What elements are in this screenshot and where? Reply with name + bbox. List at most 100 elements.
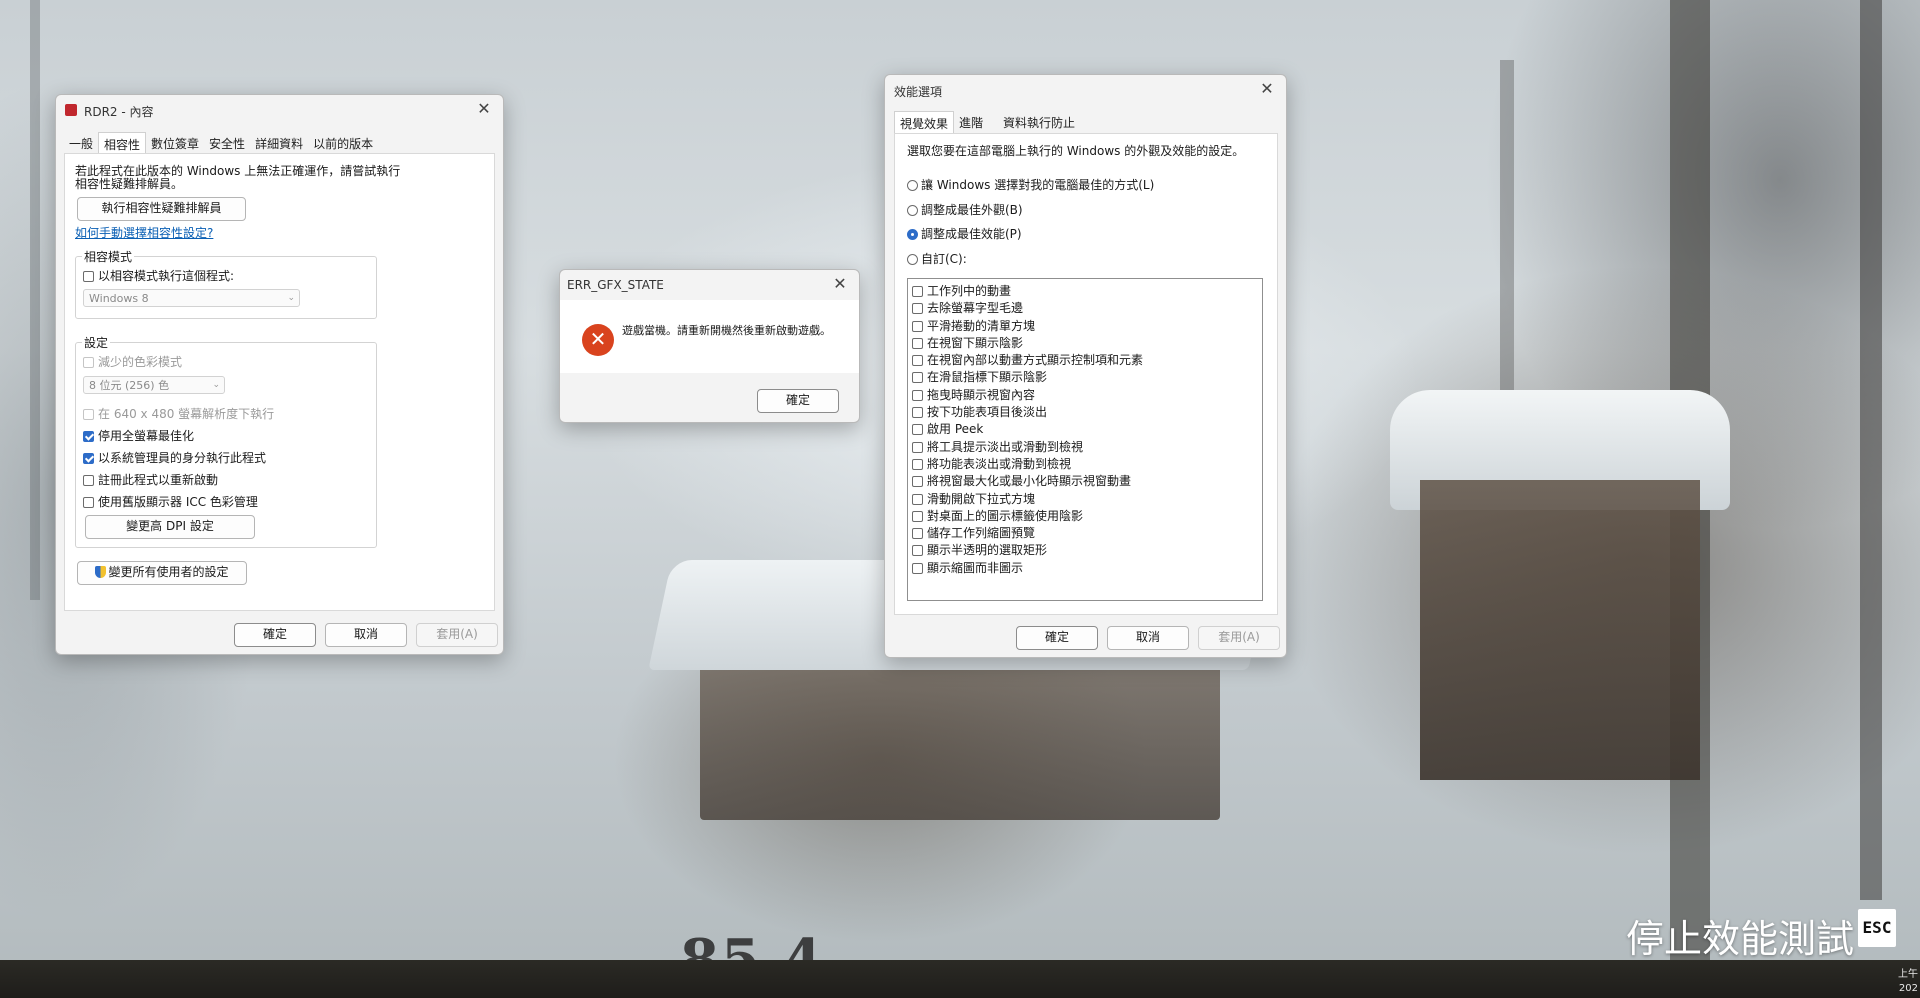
legacy-icc-label: 使用舊版顯示器 ICC 色彩管理 bbox=[98, 495, 258, 509]
cancel-button[interactable]: 取消 bbox=[1107, 626, 1189, 650]
ok-button[interactable]: 確定 bbox=[1016, 626, 1098, 650]
radio-best-performance[interactable] bbox=[907, 229, 918, 240]
legacy-icc-row[interactable]: 使用舊版顯示器 ICC 色彩管理 bbox=[83, 493, 258, 510]
rdr2-app-icon bbox=[65, 104, 77, 116]
list-item[interactable]: 將工具提示淡出或滑動到檢視 bbox=[908, 439, 1262, 456]
effect-checkbox[interactable] bbox=[912, 510, 923, 522]
radio-best-appearance[interactable] bbox=[907, 205, 918, 216]
effect-label: 按下功能表項目後淡出 bbox=[927, 405, 1048, 420]
res-640-checkbox[interactable] bbox=[83, 409, 94, 420]
close-icon[interactable]: ✕ bbox=[473, 98, 495, 120]
change-all-users-button[interactable]: 變更所有使用者的設定 bbox=[77, 561, 247, 585]
settings-group: 設定 減少的色彩模式 8 位元 (256) 色 ⌄ 在 640 x 480 螢幕… bbox=[75, 334, 377, 548]
list-item[interactable]: 對桌面上的圖示標籤使用陰影 bbox=[908, 508, 1262, 525]
list-item[interactable]: 將視窗最大化或最小化時顯示視窗動畫 bbox=[908, 473, 1262, 490]
radio-best-performance-row[interactable]: 調整成最佳效能(P) bbox=[907, 225, 1022, 242]
title-bar[interactable]: 效能選項 ✕ bbox=[885, 75, 1286, 105]
effect-checkbox[interactable] bbox=[912, 424, 923, 436]
list-item[interactable]: 將功能表淡出或滑動到檢視 bbox=[908, 456, 1262, 473]
list-item[interactable]: 顯示半透明的選取矩形 bbox=[908, 542, 1262, 559]
list-item[interactable]: 工作列中的動畫 bbox=[908, 283, 1262, 300]
list-item[interactable]: 去除螢幕字型毛邊 bbox=[908, 300, 1262, 317]
visual-effects-list[interactable]: 工作列中的動畫 去除螢幕字型毛邊 平滑捲動的清單方塊 在視窗下顯示陰影 在視窗內… bbox=[907, 278, 1263, 601]
effect-checkbox[interactable] bbox=[912, 389, 923, 401]
os-version-value: Windows 8 bbox=[89, 292, 149, 305]
list-item[interactable]: 滑動開啟下拉式方塊 bbox=[908, 491, 1262, 508]
list-item[interactable]: 拖曳時顯示視窗內容 bbox=[908, 387, 1262, 404]
error-message: 遊戲當機。請重新開機然後重新啟動遊戲。 bbox=[622, 324, 831, 337]
esc-key-button[interactable]: ESC bbox=[1858, 909, 1896, 947]
close-icon[interactable]: ✕ bbox=[829, 273, 851, 295]
manual-compat-link[interactable]: 如何手動選擇相容性設定? bbox=[75, 224, 213, 241]
close-icon[interactable]: ✕ bbox=[1256, 78, 1278, 100]
run-as-admin-checkbox[interactable] bbox=[83, 453, 94, 464]
effect-checkbox[interactable] bbox=[912, 476, 923, 488]
color-mode-value: 8 位元 (256) 色 bbox=[89, 379, 170, 392]
tray-clock[interactable]: 上午 202 bbox=[1898, 968, 1918, 996]
list-item[interactable]: 平滑捲動的清單方塊 bbox=[908, 318, 1262, 335]
disable-fullscreen-opt-checkbox[interactable] bbox=[83, 431, 94, 442]
effect-checkbox[interactable] bbox=[912, 355, 923, 367]
radio-custom-label: 自訂(C): bbox=[921, 252, 967, 266]
color-mode-select[interactable]: 8 位元 (256) 色 ⌄ bbox=[83, 376, 225, 394]
title-bar[interactable]: ERR_GFX_STATE ✕ bbox=[560, 270, 859, 300]
apply-button[interactable]: 套用(A) bbox=[1198, 626, 1280, 650]
effect-checkbox[interactable] bbox=[912, 545, 923, 557]
reduced-color-checkbox[interactable] bbox=[83, 357, 94, 368]
effect-checkbox[interactable] bbox=[912, 562, 923, 574]
effect-checkbox[interactable] bbox=[912, 458, 923, 470]
effect-checkbox[interactable] bbox=[912, 407, 923, 419]
effect-checkbox[interactable] bbox=[912, 337, 923, 349]
radio-custom-row[interactable]: 自訂(C): bbox=[907, 250, 967, 267]
effect-checkbox[interactable] bbox=[912, 528, 923, 540]
title-bar[interactable]: RDR2 - 內容 ✕ bbox=[56, 95, 503, 125]
effect-checkbox[interactable] bbox=[912, 303, 923, 315]
window-title: 效能選項 bbox=[894, 85, 943, 99]
run-troubleshooter-button[interactable]: 執行相容性疑難排解員 bbox=[77, 197, 246, 221]
effect-checkbox[interactable] bbox=[912, 372, 923, 384]
compat-mode-checkbox[interactable] bbox=[83, 271, 94, 282]
list-item[interactable]: 在滑鼠指標下顯示陰影 bbox=[908, 369, 1262, 386]
effect-label: 顯示半透明的選取矩形 bbox=[927, 543, 1048, 558]
list-item[interactable]: 顯示縮圖而非圖示 bbox=[908, 560, 1262, 577]
compat-mode-checkbox-label: 以相容模式執行這個程式: bbox=[98, 269, 235, 283]
radio-let-windows-row[interactable]: 讓 Windows 選擇對我的電腦最佳的方式(L) bbox=[907, 176, 1154, 193]
ok-button[interactable]: 確定 bbox=[234, 623, 316, 647]
apply-button[interactable]: 套用(A) bbox=[416, 623, 498, 647]
background-tree bbox=[1860, 0, 1882, 900]
list-item[interactable]: 按下功能表項目後淡出 bbox=[908, 404, 1262, 421]
cancel-button[interactable]: 取消 bbox=[325, 623, 407, 647]
effect-label: 工作列中的動畫 bbox=[927, 284, 1012, 298]
reduced-color-row[interactable]: 減少的色彩模式 bbox=[83, 353, 182, 370]
effect-label: 在視窗下顯示陰影 bbox=[927, 335, 1024, 350]
res-640-row[interactable]: 在 640 x 480 螢幕解析度下執行 bbox=[83, 405, 274, 422]
os-version-select[interactable]: Windows 8 ⌄ bbox=[83, 289, 300, 307]
rdr2-properties-dialog: RDR2 - 內容 ✕ 一般 相容性 數位簽章 安全性 詳細資料 以前的版本 若… bbox=[55, 94, 504, 655]
radio-best-performance-label: 調整成最佳效能(P) bbox=[921, 227, 1022, 241]
disable-fullscreen-opt-row[interactable]: 停用全螢幕最佳化 bbox=[83, 427, 194, 444]
effect-checkbox[interactable] bbox=[912, 320, 923, 332]
effect-checkbox[interactable] bbox=[912, 286, 923, 297]
effect-label: 平滑捲動的清單方塊 bbox=[927, 318, 1036, 333]
list-item[interactable]: 在視窗內部以動畫方式顯示控制項和元素 bbox=[908, 352, 1262, 369]
compatibility-panel: 若此程式在此版本的 Windows 上無法正確運作，請嘗試執行 相容性疑難排解員… bbox=[64, 153, 495, 611]
legacy-icc-checkbox[interactable] bbox=[83, 497, 94, 508]
register-restart-checkbox[interactable] bbox=[83, 475, 94, 486]
run-as-admin-row[interactable]: 以系統管理員的身分執行此程式 bbox=[83, 449, 266, 466]
effect-label: 啟用 Peek bbox=[927, 422, 984, 437]
compat-mode-checkbox-row[interactable]: 以相容模式執行這個程式: bbox=[83, 267, 234, 284]
list-item[interactable]: 在視窗下顯示陰影 bbox=[908, 335, 1262, 352]
effect-label: 滑動開啟下拉式方塊 bbox=[927, 491, 1036, 506]
register-restart-row[interactable]: 註冊此程式以重新啟動 bbox=[83, 471, 218, 488]
change-dpi-button[interactable]: 變更高 DPI 設定 bbox=[85, 515, 255, 539]
radio-let-windows[interactable] bbox=[907, 180, 918, 191]
radio-custom[interactable] bbox=[907, 254, 918, 265]
radio-best-appearance-row[interactable]: 調整成最佳外觀(B) bbox=[907, 201, 1023, 218]
effect-checkbox[interactable] bbox=[912, 441, 923, 453]
effect-label: 去除螢幕字型毛邊 bbox=[927, 301, 1024, 316]
effect-checkbox[interactable] bbox=[912, 493, 923, 505]
tray-clock-line1: 上午 bbox=[1898, 969, 1918, 980]
list-item[interactable]: 儲存工作列縮圖預覽 bbox=[908, 525, 1262, 542]
list-item[interactable]: 啟用 Peek bbox=[908, 421, 1262, 438]
ok-button[interactable]: 確定 bbox=[757, 389, 839, 413]
